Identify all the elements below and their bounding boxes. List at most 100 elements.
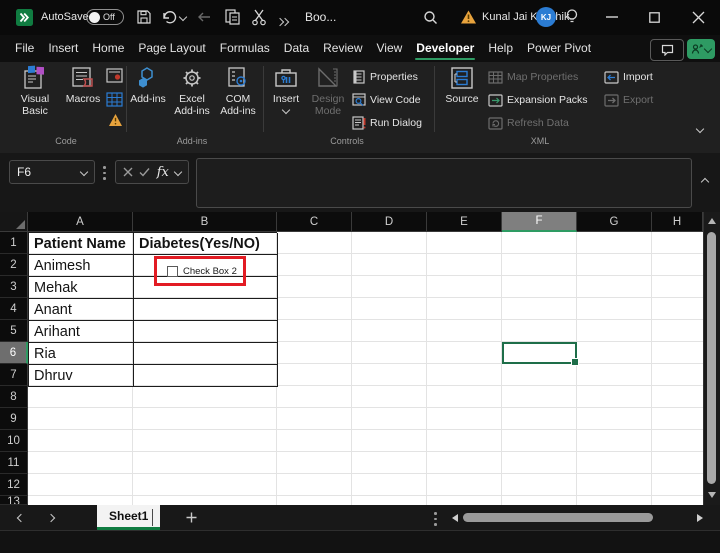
insert-function-button[interactable]: fx bbox=[157, 165, 169, 180]
fill-handle[interactable] bbox=[571, 358, 579, 366]
cell-a4[interactable]: Anant bbox=[29, 299, 134, 321]
ribbon-collapse-chevron-icon[interactable] bbox=[696, 125, 704, 133]
row-header-1[interactable]: 1 bbox=[0, 232, 28, 254]
tab-power-pivot[interactable]: Power Pivot bbox=[520, 36, 598, 61]
row-header-4[interactable]: 4 bbox=[0, 298, 28, 320]
insert-controls-button[interactable]: Insert bbox=[268, 65, 304, 113]
comments-button[interactable] bbox=[650, 39, 684, 61]
undo-icon[interactable] bbox=[161, 9, 177, 25]
row-header-6-selected[interactable]: 6 bbox=[0, 342, 28, 364]
row-header-3[interactable]: 3 bbox=[0, 276, 28, 298]
column-header-d[interactable]: D bbox=[352, 212, 427, 232]
name-box[interactable]: F6 bbox=[9, 160, 95, 184]
close-button[interactable] bbox=[692, 11, 705, 24]
cell-b5[interactable] bbox=[134, 321, 278, 343]
formula-input[interactable] bbox=[196, 158, 692, 208]
row-header-8[interactable]: 8 bbox=[0, 386, 28, 408]
scroll-right-icon[interactable] bbox=[697, 514, 703, 522]
row-header-5[interactable]: 5 bbox=[0, 320, 28, 342]
prev-sheet-icon[interactable] bbox=[17, 514, 25, 522]
column-header-a[interactable]: A bbox=[28, 212, 133, 232]
vertical-scrollbar[interactable] bbox=[703, 212, 720, 505]
scroll-down-icon[interactable] bbox=[708, 492, 716, 498]
row-header-7[interactable]: 7 bbox=[0, 364, 28, 386]
row-header-2[interactable]: 2 bbox=[0, 254, 28, 276]
cell-a1[interactable]: Patient Name bbox=[29, 233, 134, 255]
sheet-tab-sheet1[interactable]: Sheet1 bbox=[97, 505, 160, 530]
column-header-g[interactable]: G bbox=[577, 212, 652, 232]
new-sheet-button[interactable] bbox=[186, 512, 197, 523]
cells-canvas[interactable]: Patient Name Diabetes(Yes/NO) Animesh Me… bbox=[28, 232, 703, 505]
row-header-11[interactable]: 11 bbox=[0, 452, 28, 474]
undo-chevron-icon[interactable] bbox=[179, 13, 187, 21]
cell-a7[interactable]: Dhruv bbox=[29, 365, 134, 387]
source-button[interactable]: Source bbox=[440, 65, 484, 105]
next-sheet-icon[interactable] bbox=[47, 514, 55, 522]
column-header-b[interactable]: B bbox=[133, 212, 277, 232]
enter-icon[interactable] bbox=[139, 167, 150, 177]
column-header-e[interactable]: E bbox=[427, 212, 502, 232]
column-header-f-selected[interactable]: F bbox=[502, 212, 577, 232]
warning-icon[interactable] bbox=[460, 9, 477, 25]
cell-a2[interactable]: Animesh bbox=[29, 255, 134, 277]
save-icon[interactable] bbox=[136, 9, 152, 25]
scroll-left-icon[interactable] bbox=[452, 514, 458, 522]
user-name[interactable]: Kunal Jai Kaushik bbox=[482, 11, 569, 23]
search-icon[interactable] bbox=[423, 10, 438, 25]
row-header-9[interactable]: 9 bbox=[0, 408, 28, 430]
cell-a5[interactable]: Arihant bbox=[29, 321, 134, 343]
view-code-button[interactable]: View Code bbox=[352, 92, 421, 108]
column-header-h[interactable]: H bbox=[652, 212, 703, 232]
cell-b6[interactable] bbox=[134, 343, 278, 365]
record-macro-icon[interactable] bbox=[106, 68, 123, 83]
tab-developer[interactable]: Developer bbox=[409, 36, 481, 61]
copy-icon[interactable] bbox=[224, 8, 241, 26]
tab-formulas[interactable]: Formulas bbox=[213, 36, 277, 61]
cell-a6[interactable]: Ria bbox=[29, 343, 134, 365]
qat-overflow-icon[interactable] bbox=[277, 12, 288, 30]
expansion-packs-button[interactable]: Expansion Packs bbox=[488, 92, 588, 108]
excel-add-ins-button[interactable]: Excel Add-ins bbox=[168, 65, 216, 117]
selected-cell-f6[interactable] bbox=[502, 342, 577, 364]
cut-icon[interactable] bbox=[251, 8, 267, 26]
share-button[interactable] bbox=[687, 39, 715, 59]
tab-view[interactable]: View bbox=[370, 36, 410, 61]
scrollbar-separator-dots[interactable] bbox=[434, 512, 437, 526]
run-dialog-button[interactable]: Run Dialog bbox=[352, 115, 422, 131]
column-header-c[interactable]: C bbox=[277, 212, 352, 232]
macro-security-icon[interactable] bbox=[108, 113, 123, 127]
properties-button[interactable]: Properties bbox=[352, 69, 418, 85]
checkbox-icon[interactable] bbox=[167, 266, 178, 277]
tab-data[interactable]: Data bbox=[277, 36, 316, 61]
lightbulb-icon[interactable] bbox=[565, 8, 579, 26]
tab-page-layout[interactable]: Page Layout bbox=[131, 36, 212, 61]
minimize-button[interactable] bbox=[606, 16, 618, 18]
cell-b1[interactable]: Diabetes(Yes/NO) bbox=[134, 233, 278, 255]
checkbox-control-highlight[interactable]: Check Box 2 bbox=[154, 256, 246, 286]
collapse-formula-bar-icon[interactable] bbox=[701, 178, 709, 186]
select-all-button[interactable] bbox=[0, 212, 28, 232]
maximize-button[interactable] bbox=[649, 12, 660, 23]
tab-help[interactable]: Help bbox=[481, 36, 520, 61]
macros-button[interactable]: Macros bbox=[60, 65, 106, 105]
relative-references-icon[interactable] bbox=[106, 92, 123, 107]
autosave-toggle[interactable]: Off bbox=[86, 9, 124, 25]
add-ins-button[interactable]: Add-ins bbox=[130, 65, 166, 105]
row-header-10[interactable]: 10 bbox=[0, 430, 28, 452]
com-add-ins-button[interactable]: COM Add-ins bbox=[216, 65, 260, 117]
vertical-scroll-thumb[interactable] bbox=[707, 232, 716, 484]
cell-a3[interactable]: Mehak bbox=[29, 277, 134, 299]
avatar[interactable]: KJ bbox=[536, 7, 556, 27]
horizontal-scroll-thumb[interactable] bbox=[463, 513, 653, 522]
import-button[interactable]: Import bbox=[604, 69, 653, 85]
tab-insert[interactable]: Insert bbox=[41, 36, 85, 61]
row-header-13-partial[interactable]: 13 bbox=[0, 496, 28, 505]
tab-file[interactable]: File bbox=[8, 36, 41, 61]
cancel-icon[interactable] bbox=[123, 167, 133, 177]
cell-b7[interactable] bbox=[134, 365, 278, 387]
cell-b4[interactable] bbox=[134, 299, 278, 321]
tab-home[interactable]: Home bbox=[85, 36, 131, 61]
scroll-up-icon[interactable] bbox=[708, 218, 716, 224]
visual-basic-button[interactable]: Visual Basic bbox=[12, 65, 58, 117]
fx-chevron-icon[interactable] bbox=[174, 168, 182, 176]
